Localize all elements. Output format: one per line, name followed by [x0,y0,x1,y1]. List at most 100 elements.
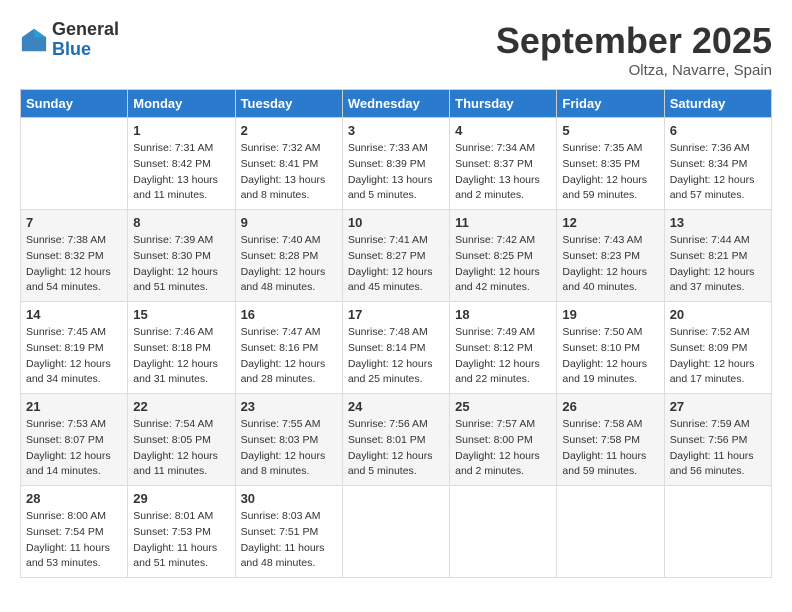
day-info: Sunrise: 8:01 AMSunset: 7:53 PMDaylight:… [133,509,229,572]
calendar-cell [557,486,664,578]
calendar-cell [450,486,557,578]
logo-blue-text: Blue [52,40,119,60]
calendar-table: SundayMondayTuesdayWednesdayThursdayFrid… [20,89,772,578]
day-info: Sunrise: 7:54 AMSunset: 8:05 PMDaylight:… [133,417,229,480]
day-info: Sunrise: 7:45 AMSunset: 8:19 PMDaylight:… [26,325,122,388]
day-info: Sunrise: 7:50 AMSunset: 8:10 PMDaylight:… [562,325,658,388]
day-info: Sunrise: 7:52 AMSunset: 8:09 PMDaylight:… [670,325,766,388]
day-number: 8 [133,215,229,230]
header-day-wednesday: Wednesday [342,90,449,118]
calendar-cell: 7Sunrise: 7:38 AMSunset: 8:32 PMDaylight… [21,210,128,302]
calendar-cell: 19 Sunrise: 7:50 AMSunset: 8:10 PMDayligh… [557,302,664,394]
logo: General Blue [20,20,119,60]
day-info: Sunrise: 7:44 AMSunset: 8:21 PMDaylight:… [670,233,766,296]
calendar-cell: 11 Sunrise: 7:42 AMSunset: 8:25 PMDayligh… [450,210,557,302]
calendar-cell: 22Sunrise: 7:54 AMSunset: 8:05 PMDayligh… [128,394,235,486]
day-info: Sunrise: 7:56 AMSunset: 8:01 PMDaylight:… [348,417,444,480]
header-day-saturday: Saturday [664,90,771,118]
calendar-cell: 3Sunrise: 7:33 AMSunset: 8:39 PMDaylight… [342,118,449,210]
calendar-cell: 8 Sunrise: 7:39 AMSunset: 8:30 PMDaylight… [128,210,235,302]
day-info: Sunrise: 7:41 AMSunset: 8:27 PMDaylight:… [348,233,444,296]
day-number: 29 [133,491,229,506]
day-number: 9 [241,215,337,230]
calendar-cell: 27Sunrise: 7:59 AMSunset: 7:56 PMDayligh… [664,394,771,486]
day-number: 11 [455,215,551,230]
calendar-cell: 21 Sunrise: 7:53 AMSunset: 8:07 PMDayligh… [21,394,128,486]
logo-text: General Blue [52,20,119,60]
day-info: Sunrise: 7:33 AMSunset: 8:39 PMDaylight:… [348,141,444,204]
day-number: 2 [241,123,337,138]
day-info: Sunrise: 7:43 AMSunset: 8:23 PMDaylight:… [562,233,658,296]
day-info: Sunrise: 7:47 AMSunset: 8:16 PMDaylight:… [241,325,337,388]
calendar-cell: 15Sunrise: 7:46 AMSunset: 8:18 PMDayligh… [128,302,235,394]
day-number: 28 [26,491,122,506]
logo-icon [20,26,48,54]
day-info: Sunrise: 7:58 AMSunset: 7:58 PMDaylight:… [562,417,658,480]
week-row-2: 7Sunrise: 7:38 AMSunset: 8:32 PMDaylight… [21,210,772,302]
day-number: 1 [133,123,229,138]
day-number: 24 [348,399,444,414]
calendar-cell: 12 Sunrise: 7:43 AMSunset: 8:23 PMDayligh… [557,210,664,302]
calendar-cell: 4 Sunrise: 7:34 AMSunset: 8:37 PMDaylight… [450,118,557,210]
day-info: Sunrise: 7:46 AMSunset: 8:18 PMDaylight:… [133,325,229,388]
logo-general-text: General [52,20,119,40]
header-row: SundayMondayTuesdayWednesdayThursdayFrid… [21,90,772,118]
calendar-cell: 13 Sunrise: 7:44 AMSunset: 8:21 PMDayligh… [664,210,771,302]
day-number: 25 [455,399,551,414]
day-info: Sunrise: 7:53 AMSunset: 8:07 PMDaylight:… [26,417,122,480]
calendar-cell: 23 Sunrise: 7:55 AMSunset: 8:03 PMDayligh… [235,394,342,486]
day-number: 7 [26,215,122,230]
day-number: 5 [562,123,658,138]
calendar-body: 1Sunrise: 7:31 AMSunset: 8:42 PMDaylight… [21,118,772,578]
day-number: 16 [241,307,337,322]
day-info: Sunrise: 7:48 AMSunset: 8:14 PMDaylight:… [348,325,444,388]
calendar-cell: 30Sunrise: 8:03 AMSunset: 7:51 PMDayligh… [235,486,342,578]
day-info: Sunrise: 7:57 AMSunset: 8:00 PMDaylight:… [455,417,551,480]
day-info: Sunrise: 7:42 AMSunset: 8:25 PMDaylight:… [455,233,551,296]
location-subtitle: Oltza, Navarre, Spain [496,62,772,79]
calendar-cell: 20 Sunrise: 7:52 AMSunset: 8:09 PMDayligh… [664,302,771,394]
day-info: Sunrise: 7:36 AMSunset: 8:34 PMDaylight:… [670,141,766,204]
day-info: Sunrise: 7:35 AMSunset: 8:35 PMDaylight:… [562,141,658,204]
calendar-cell [21,118,128,210]
day-info: Sunrise: 8:03 AMSunset: 7:51 PMDaylight:… [241,509,337,572]
day-number: 12 [562,215,658,230]
calendar-cell [342,486,449,578]
week-row-1: 1Sunrise: 7:31 AMSunset: 8:42 PMDaylight… [21,118,772,210]
day-info: Sunrise: 7:49 AMSunset: 8:12 PMDaylight:… [455,325,551,388]
day-number: 4 [455,123,551,138]
calendar-cell: 28Sunrise: 8:00 AMSunset: 7:54 PMDayligh… [21,486,128,578]
day-number: 13 [670,215,766,230]
title-block: September 2025 Oltza, Navarre, Spain [496,20,772,79]
header-day-friday: Friday [557,90,664,118]
day-number: 23 [241,399,337,414]
day-number: 14 [26,307,122,322]
day-number: 19 [562,307,658,322]
calendar-cell [664,486,771,578]
calendar-cell: 29 Sunrise: 8:01 AMSunset: 7:53 PMDayligh… [128,486,235,578]
calendar-cell: 1Sunrise: 7:31 AMSunset: 8:42 PMDaylight… [128,118,235,210]
day-number: 21 [26,399,122,414]
day-info: Sunrise: 7:40 AMSunset: 8:28 PMDaylight:… [241,233,337,296]
calendar-cell: 25 Sunrise: 7:57 AMSunset: 8:00 PMDayligh… [450,394,557,486]
day-number: 27 [670,399,766,414]
header-day-tuesday: Tuesday [235,90,342,118]
calendar-cell: 9 Sunrise: 7:40 AMSunset: 8:28 PMDaylight… [235,210,342,302]
calendar-cell: 14 Sunrise: 7:45 AMSunset: 8:19 PMDayligh… [21,302,128,394]
header-day-thursday: Thursday [450,90,557,118]
calendar-cell: 26Sunrise: 7:58 AMSunset: 7:58 PMDayligh… [557,394,664,486]
day-number: 6 [670,123,766,138]
calendar-cell: 24 Sunrise: 7:56 AMSunset: 8:01 PMDayligh… [342,394,449,486]
day-info: Sunrise: 7:55 AMSunset: 8:03 PMDaylight:… [241,417,337,480]
header-day-sunday: Sunday [21,90,128,118]
day-info: Sunrise: 7:39 AMSunset: 8:30 PMDaylight:… [133,233,229,296]
page-header: General Blue September 2025 Oltza, Navar… [20,20,772,79]
day-number: 20 [670,307,766,322]
week-row-3: 14 Sunrise: 7:45 AMSunset: 8:19 PMDayligh… [21,302,772,394]
calendar-cell: 10 Sunrise: 7:41 AMSunset: 8:27 PMDayligh… [342,210,449,302]
week-row-5: 28Sunrise: 8:00 AMSunset: 7:54 PMDayligh… [21,486,772,578]
day-info: Sunrise: 7:34 AMSunset: 8:37 PMDaylight:… [455,141,551,204]
calendar-cell: 5 Sunrise: 7:35 AMSunset: 8:35 PMDaylight… [557,118,664,210]
calendar-cell: 2Sunrise: 7:32 AMSunset: 8:41 PMDaylight… [235,118,342,210]
day-number: 10 [348,215,444,230]
